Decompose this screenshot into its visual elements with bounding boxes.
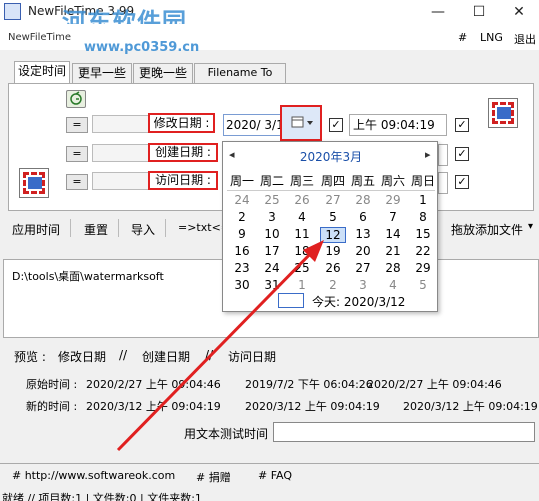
annotation-arrow [116,240,324,452]
arrow-line [116,245,319,452]
